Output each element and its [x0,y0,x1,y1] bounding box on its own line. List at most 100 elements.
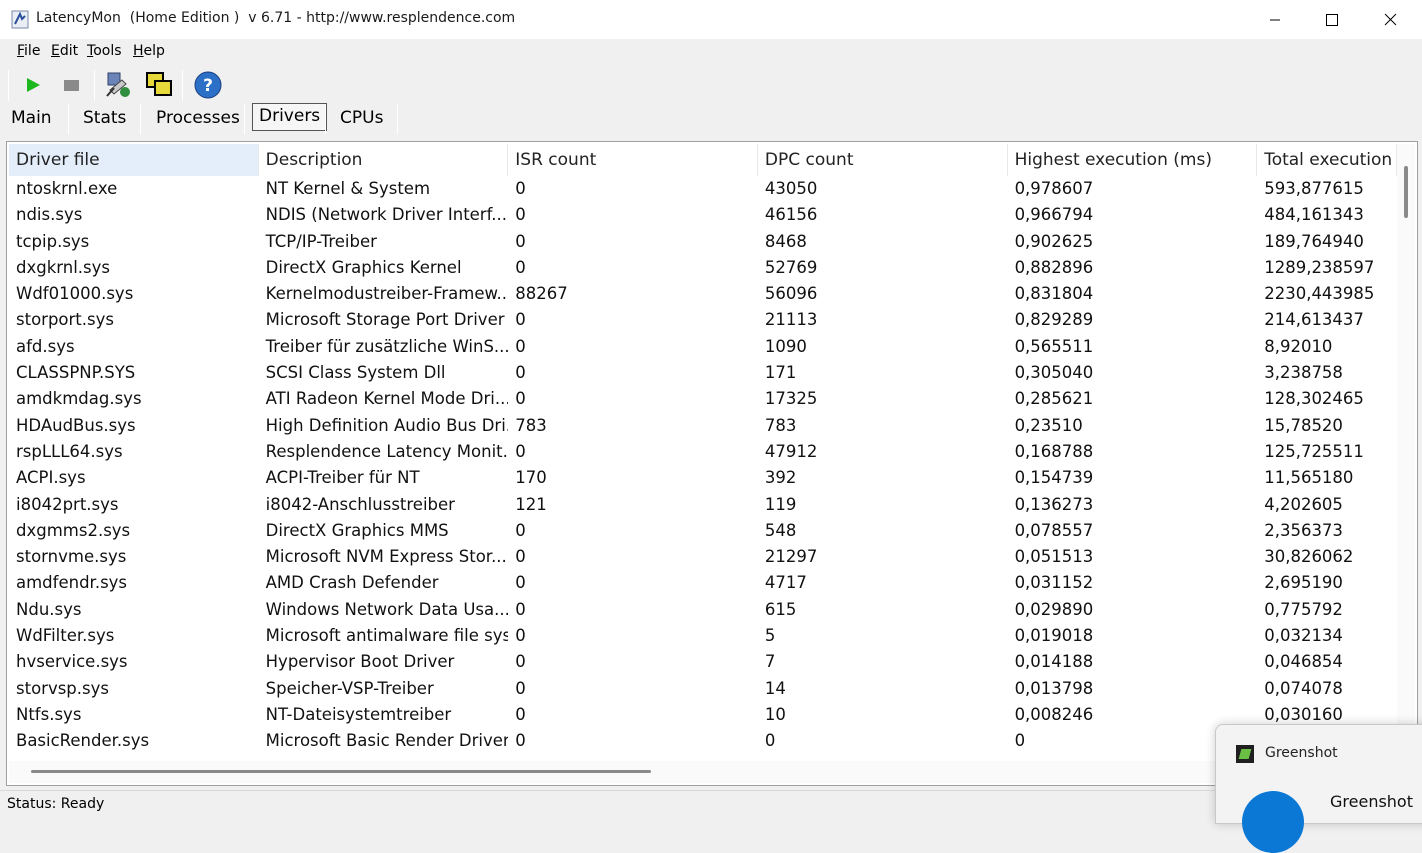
drivers-table[interactable]: Driver file Description ISR count DPC co… [6,141,1418,786]
cell-driver-file: amdkmdag.sys [16,389,142,409]
cell-total-execution: 128,302465 [1264,389,1364,409]
cell-total-execution: 214,613437 [1264,310,1364,330]
tab-separator [140,104,141,134]
close-button[interactable] [1361,0,1419,39]
status-text: Status: Ready [7,796,105,812]
table-row[interactable]: tcpip.sys TCP/IP-Treiber 0 8468 0,902625 189,… [9,229,1397,255]
table-row[interactable]: i8042prt.sys i8042-Anschlusstreiber 121 119… [9,492,1397,518]
table-row[interactable]: storvsp.sys Speicher-VSP-Treiber 0 14 0,0137… [9,676,1397,702]
cell-total-execution: 2230,443985 [1264,284,1375,304]
table-row[interactable]: HDAudBus.sys High Definition Audio Bus Dr… [9,413,1397,439]
cell-driver-file: storvsp.sys [16,678,109,698]
status-bar: Status: Ready [0,790,1422,815]
menu-tools[interactable]: Tools [87,43,122,59]
cell-isr-count: 88267 [515,284,568,304]
vertical-scroll-thumb[interactable] [1404,166,1408,218]
cell-highest-execution: 0,831804 [1014,284,1094,304]
table-row[interactable]: rspLLL64.sys Resplendence Latency Monit..… [9,439,1397,465]
table-row[interactable]: WdFilter.sys Microsoft antimalware file s… [9,623,1397,649]
column-header-total-execution[interactable]: Total execution ( [1257,144,1397,176]
cell-dpc-count: 8468 [764,231,807,251]
cell-isr-count: 0 [515,363,526,383]
table-row[interactable]: dxgmms2.sys DirectX Graphics MMS 0 548 0,078… [9,518,1397,544]
table-row[interactable]: storport.sys Microsoft Storage Port Drive… [9,307,1397,333]
column-header-isr-count[interactable]: ISR count [508,144,758,176]
tab-strip: Main Stats Processes Drivers CPUs [0,101,1422,137]
cell-total-execution: 30,826062 [1264,547,1354,567]
cell-highest-execution: 0,019018 [1014,626,1094,646]
horizontal-scrollbar[interactable] [9,761,1399,783]
column-header-driver-file[interactable]: Driver file [9,144,259,176]
table-row[interactable]: dxgkrnl.sys DirectX Graphics Kernel 0 52769… [9,255,1397,281]
help-button[interactable]: ? [191,68,225,102]
tab-main[interactable]: Main [11,107,52,135]
menu-help[interactable]: Help [133,43,165,59]
cell-dpc-count: 4717 [764,573,807,593]
cell-total-execution: 484,161343 [1264,205,1364,225]
cell-total-execution: 15,78520 [1264,415,1343,435]
cell-highest-execution: 0,168788 [1014,441,1094,461]
cell-dpc-count: 1090 [764,336,807,356]
table-row[interactable]: ACPI.sys ACPI-Treiber für NT 170 392 0,15473… [9,465,1397,491]
cell-highest-execution: 0,23510 [1014,415,1083,435]
tab-separator [397,104,398,134]
maximize-button[interactable] [1303,0,1361,39]
column-header-highest-execution[interactable]: Highest execution (ms) [1008,144,1258,176]
latencymon-app-icon [11,10,29,29]
cell-total-execution: 11,565180 [1264,468,1354,488]
tab-processes[interactable]: Processes [156,107,240,135]
cell-driver-file: CLASSPNP.SYS [16,363,136,383]
cell-total-execution: 2,695190 [1264,573,1343,593]
table-row[interactable]: amdfendr.sys AMD Crash Defender 0 4717 0,031… [9,570,1397,596]
table-row[interactable]: hvservice.sys Hypervisor Boot Driver 0 7 0,0… [9,649,1397,675]
cell-dpc-count: 43050 [764,179,818,198]
column-header-description[interactable]: Description [259,144,509,176]
table-row[interactable]: Wdf01000.sys Kernelmodustreiber-Framew...… [9,281,1397,307]
cell-description: DirectX Graphics Kernel [265,257,462,277]
cell-driver-file: rspLLL64.sys [16,441,123,461]
cell-highest-execution: 0,078557 [1014,520,1094,540]
wizard-button[interactable] [102,68,136,102]
table-row[interactable]: ntoskrnl.exe NT Kernel & System 0 43050 0,97… [9,176,1397,202]
cell-description: Speicher-VSP-Treiber [265,678,434,698]
cell-dpc-count: 47912 [764,441,818,461]
tab-stats[interactable]: Stats [83,107,126,135]
horizontal-scroll-thumb[interactable] [31,770,651,773]
table-row[interactable]: amdkmdag.sys ATI Radeon Kernel Mode Dri..… [9,386,1397,412]
cell-driver-file: Ndu.sys [16,599,82,619]
wizard-icon [106,72,130,97]
table-row[interactable]: Ntfs.sys NT-Dateisystemtreiber 0 10 0,008246… [9,702,1397,728]
cell-isr-count: 0 [515,626,526,646]
column-header-dpc-count[interactable]: DPC count [758,144,1008,176]
table-row[interactable]: Ndu.sys Windows Network Data Usa... 0 615 0,… [9,597,1397,623]
cell-description: NT Kernel & System [265,179,431,198]
cell-description: SCSI Class System Dll [265,363,446,383]
notification-title: Greenshot [1330,792,1413,811]
cell-isr-count: 0 [515,520,526,540]
table-row[interactable]: ndis.sys NDIS (Network Driver Interf... 0 4… [9,202,1397,228]
start-button[interactable] [16,68,50,102]
vertical-scrollbar[interactable] [1397,144,1415,764]
minimize-button[interactable] [1246,0,1304,39]
cell-isr-count: 0 [515,441,526,461]
menu-edit[interactable]: Edit [51,43,78,59]
tab-cpus[interactable]: CPUs [340,107,383,135]
table-row[interactable]: afd.sys Treiber für zusätzliche WinS... 0 1… [9,334,1397,360]
tab-drivers[interactable]: Drivers [252,103,328,131]
table-row[interactable]: stornvme.sys Microsoft NVM Express Stor..… [9,544,1397,570]
windows-button[interactable] [142,68,176,102]
cell-description: Windows Network Data Usa... [265,599,509,619]
table-row[interactable]: CLASSPNP.SYS SCSI Class System Dll 0 171 0,3… [9,360,1397,386]
cell-description: Hypervisor Boot Driver [265,652,455,672]
menu-file[interactable]: File [17,43,40,59]
cell-description: Kernelmodustreiber-Framew... [265,284,509,304]
table-row[interactable]: BasicRender.sys Microsoft Basic Render Dr… [9,728,1397,754]
greenshot-notification[interactable]: Greenshot Greenshot [1215,724,1422,853]
cell-description: TCP/IP-Treiber [265,231,377,251]
cell-isr-count: 0 [515,205,526,225]
stop-button[interactable] [54,68,88,102]
cell-isr-count: 783 [515,415,547,435]
cell-total-execution: 8,92010 [1264,336,1333,356]
cell-dpc-count: 10 [764,704,786,724]
cell-description: Resplendence Latency Monit... [265,441,509,461]
